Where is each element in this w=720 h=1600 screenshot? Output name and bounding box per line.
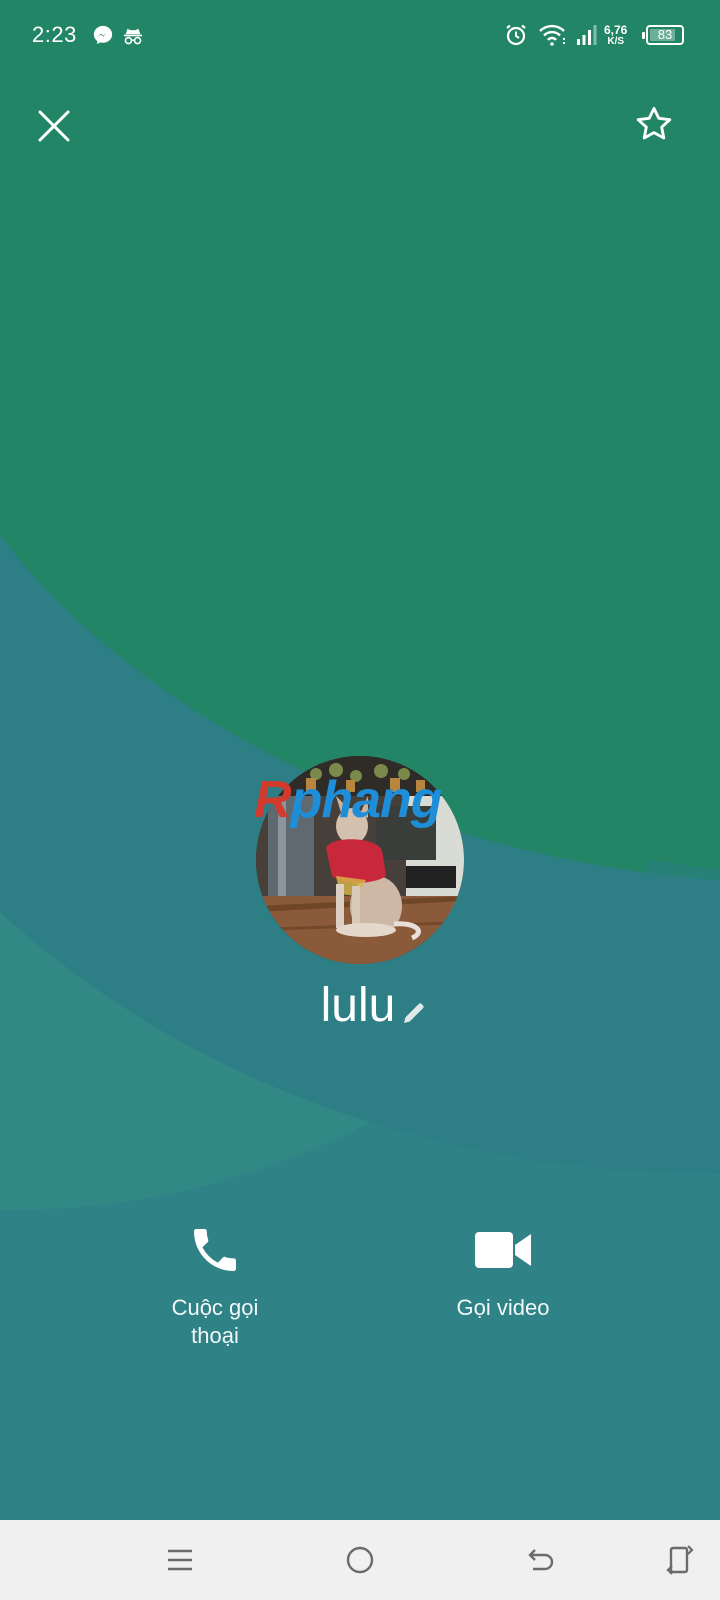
network-speed: 6,76 K/S bbox=[604, 24, 627, 48]
menu-icon bbox=[168, 1549, 192, 1571]
battery-level: 83 bbox=[657, 27, 673, 42]
battery-icon: 83 bbox=[642, 25, 684, 45]
rotate-icon bbox=[666, 1545, 694, 1575]
pencil-icon[interactable] bbox=[399, 998, 429, 1028]
alarm-icon bbox=[504, 23, 528, 52]
back-button[interactable] bbox=[514, 1534, 566, 1586]
video-camera-icon bbox=[475, 1232, 531, 1268]
network-speed-value: 6,76 bbox=[604, 23, 628, 37]
close-button[interactable] bbox=[26, 98, 82, 154]
messenger-icon bbox=[92, 24, 114, 51]
favorite-button[interactable] bbox=[626, 96, 682, 152]
watermark-logo: Rphang bbox=[254, 771, 443, 829]
status-time: 2:23 bbox=[32, 22, 77, 47]
network-speed-unit: K/S bbox=[607, 36, 625, 47]
voice-call-label: Cuộc gọi thoại bbox=[171, 1295, 259, 1348]
video-call-button[interactable]: Gọi video bbox=[408, 1220, 598, 1322]
status-bar: 2:23 6,76 K/S 83 bbox=[0, 0, 720, 72]
rotate-button[interactable] bbox=[654, 1534, 706, 1586]
contact-name-row: lulu bbox=[0, 978, 720, 1033]
video-call-label: Gọi video bbox=[456, 1295, 550, 1320]
call-contact-screen: 2:23 6,76 K/S 83 Rphang lulu Cuộc gọi th… bbox=[0, 0, 720, 1600]
signal-icon bbox=[576, 24, 598, 51]
home-button[interactable] bbox=[334, 1534, 386, 1586]
star-outline-icon bbox=[636, 106, 672, 140]
wifi-icon bbox=[538, 23, 566, 52]
contact-name: lulu bbox=[320, 979, 396, 1032]
close-icon bbox=[38, 110, 70, 142]
menu-button[interactable] bbox=[154, 1534, 206, 1586]
system-navigation-bar bbox=[0, 1520, 720, 1600]
voice-call-icon-wrap bbox=[120, 1220, 310, 1280]
home-icon bbox=[346, 1546, 374, 1574]
video-call-icon-wrap bbox=[408, 1220, 598, 1280]
phone-icon bbox=[194, 1229, 236, 1271]
voice-call-button[interactable]: Cuộc gọi thoại bbox=[120, 1220, 310, 1350]
back-icon bbox=[528, 1549, 554, 1571]
incognito-icon bbox=[122, 26, 144, 51]
